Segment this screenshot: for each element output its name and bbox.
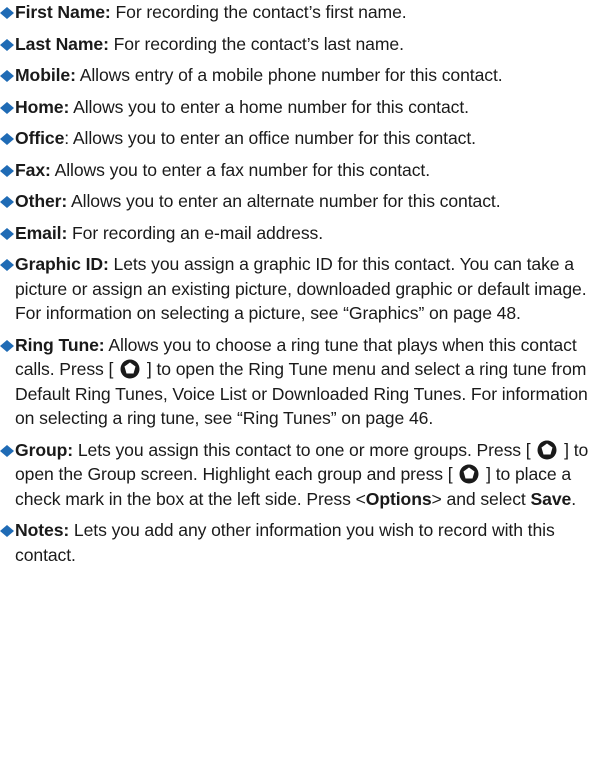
diamond-bullet-icon	[0, 196, 14, 208]
save-option-label: Save	[530, 488, 572, 509]
item-description: Allows you to enter a home number for th…	[69, 96, 469, 117]
item-description: Allows entry of a mobile phone number fo…	[75, 65, 503, 85]
list-item-mobile: Mobile: Allows entry of a mobile phone n…	[0, 63, 615, 88]
diamond-bullet-icon	[0, 227, 14, 240]
nav-key-icon	[119, 359, 141, 379]
list-item-group: Group: Lets you assign this contact to o…	[0, 438, 615, 512]
item-term: Fax:	[15, 159, 51, 180]
item-term: Group:	[15, 439, 74, 460]
item-description: For recording an e-mail address.	[67, 222, 324, 243]
item-term: Notes:	[15, 520, 70, 540]
item-term: Mobile:	[15, 65, 76, 85]
diamond-bullet-icon	[0, 7, 14, 19]
list-item-fax: Fax: Allows you to enter a fax number fo…	[0, 158, 615, 183]
list-item-other: Other: Allows you to enter an alternate …	[0, 189, 615, 214]
item-description: : Allows you to enter an office number f…	[64, 128, 476, 148]
item-term: Graphic ID:	[15, 254, 109, 274]
item-description: Allows you to enter an alternate number …	[67, 191, 501, 211]
item-description: For recording the contact’s first name.	[110, 2, 407, 22]
diamond-bullet-icon	[0, 339, 14, 352]
item-description: .	[571, 488, 577, 509]
diamond-bullet-icon	[0, 133, 14, 145]
item-description: Lets you assign this contact to one or m…	[73, 439, 536, 460]
list-item-ring-tune: Ring Tune: Allows you to choose a ring t…	[0, 333, 615, 431]
list-item-home: Home: Allows you to enter a home number …	[0, 95, 615, 120]
list-item-graphic-id: Graphic ID: Lets you assign a graphic ID…	[0, 252, 615, 326]
nav-key-icon	[458, 464, 480, 484]
diamond-bullet-icon	[0, 38, 14, 51]
item-term: Email:	[15, 222, 68, 243]
diamond-bullet-icon	[0, 164, 14, 177]
list-item-last-name: Last Name: For recording the contact’s l…	[0, 32, 615, 57]
diamond-bullet-icon	[0, 70, 14, 82]
item-term: First Name:	[15, 2, 111, 22]
item-description: Lets you add any other information you w…	[15, 520, 555, 565]
list-item-notes: Notes: Lets you add any other informatio…	[0, 518, 615, 567]
item-description: Allows you to enter a fax number for thi…	[50, 159, 431, 180]
diamond-bullet-icon	[0, 259, 14, 271]
item-description: > and select	[431, 488, 531, 509]
item-term: Office	[15, 128, 65, 148]
item-description: For recording the contact’s last name.	[108, 33, 404, 54]
diamond-bullet-icon	[0, 101, 14, 114]
list-item-office: Office: Allows you to enter an office nu…	[0, 126, 615, 151]
nav-key-icon	[536, 440, 558, 460]
field-description-list: First Name: For recording the contact’s …	[0, 0, 615, 567]
options-softkey-label: Options	[365, 488, 432, 509]
diamond-bullet-icon	[0, 444, 14, 457]
item-term: Last Name:	[15, 33, 109, 54]
item-term: Ring Tune:	[15, 334, 105, 355]
item-term: Other:	[15, 191, 68, 211]
list-item-email: Email: For recording an e-mail address.	[0, 221, 615, 246]
list-item-first-name: First Name: For recording the contact’s …	[0, 0, 615, 25]
diamond-bullet-icon	[0, 525, 14, 537]
item-term: Home:	[15, 96, 70, 117]
